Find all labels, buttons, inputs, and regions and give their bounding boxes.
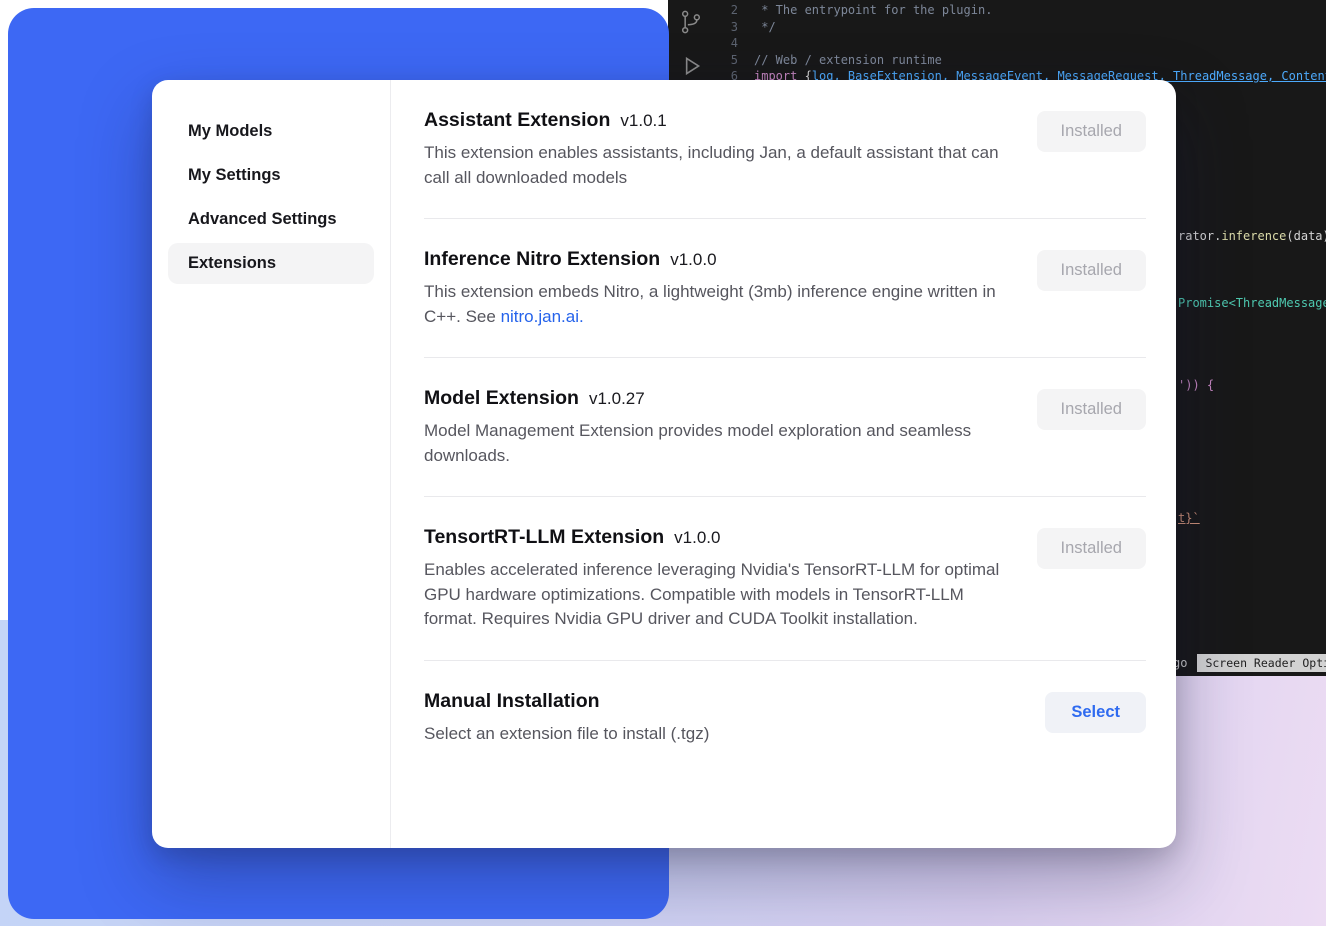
line-number: 3 — [714, 19, 738, 36]
extension-row-assistant: Assistant Extension v1.0.1 This extension… — [424, 80, 1146, 219]
line-number: 5 — [714, 52, 738, 69]
extension-row-tensorrt: TensortRT-LLM Extension v1.0.0 Enables ac… — [424, 497, 1146, 661]
extension-info: Model Extension v1.0.27 Model Management … — [424, 387, 1012, 468]
settings-modal: My Models My Settings Advanced Settings … — [152, 80, 1176, 848]
sidebar-item-my-settings[interactable]: My Settings — [168, 155, 374, 196]
extension-info: TensortRT-LLM Extension v1.0.0 Enables ac… — [424, 526, 1012, 632]
settings-sidebar: My Models My Settings Advanced Settings … — [152, 80, 391, 848]
sidebar-item-advanced-settings[interactable]: Advanced Settings — [168, 199, 374, 240]
code-fragment: Promise<ThreadMessage> — [1178, 296, 1326, 310]
line-number: 2 — [714, 2, 738, 19]
installed-button[interactable]: Installed — [1037, 250, 1146, 291]
sidebar-item-my-models[interactable]: My Models — [168, 111, 374, 152]
extension-title: Assistant Extension — [424, 109, 610, 131]
screen-reader-badge: Screen Reader Optimize — [1197, 654, 1326, 672]
extension-title: Inference Nitro Extension — [424, 248, 660, 270]
extension-description: This extension enables assistants, inclu… — [424, 141, 1012, 190]
installed-button[interactable]: Installed — [1037, 389, 1146, 430]
extension-row-model: Model Extension v1.0.27 Model Management … — [424, 358, 1146, 497]
extension-row-nitro: Inference Nitro Extension v1.0.0 This ext… — [424, 219, 1146, 358]
extension-version: v1.0.1 — [620, 111, 666, 130]
line-number: 4 — [714, 35, 738, 52]
extension-info: Inference Nitro Extension v1.0.0 This ext… — [424, 248, 1012, 329]
manual-installation-title: Manual Installation — [424, 690, 600, 712]
extension-info: Assistant Extension v1.0.1 This extension… — [424, 109, 1012, 190]
page: { "background": { "blue_color": "#3d68f4… — [0, 0, 1326, 926]
editor-status-bar: go Screen Reader Optimize — [1173, 654, 1326, 672]
installed-button[interactable]: Installed — [1037, 111, 1146, 152]
extension-version: v1.0.0 — [674, 528, 720, 547]
code-line: 5 // Web / extension runtime — [714, 52, 1326, 69]
code-text: // Web / extension runtime — [754, 52, 942, 69]
extension-version: v1.0.0 — [670, 250, 716, 269]
code-fragment: t}` — [1178, 511, 1200, 525]
extension-title: TensortRT-LLM Extension — [424, 526, 664, 548]
extension-info: Manual Installation Select an extension … — [424, 690, 709, 747]
manual-installation-description: Select an extension file to install (.tg… — [424, 722, 709, 747]
code-line: 2 * The entrypoint for the plugin. — [714, 2, 1326, 19]
source-control-icon — [677, 8, 705, 39]
sidebar-item-extensions[interactable]: Extensions — [168, 243, 374, 284]
extension-description: This extension embeds Nitro, a lightweig… — [424, 280, 1012, 329]
code-text: */ — [754, 19, 776, 36]
code-function: inference — [1221, 229, 1286, 243]
code-text: * The entrypoint for the plugin. — [754, 2, 992, 19]
extension-version: v1.0.27 — [589, 389, 645, 408]
code-line: 4 — [714, 35, 1326, 52]
extensions-list: Assistant Extension v1.0.1 This extension… — [391, 80, 1176, 848]
code-fragment: ')) { — [1178, 378, 1214, 392]
code-fragment: rator.inference(data)); — [1178, 229, 1326, 243]
code-text: (data)); — [1286, 229, 1326, 243]
run-debug-icon — [678, 53, 704, 82]
manual-installation-row: Manual Installation Select an extension … — [424, 661, 1146, 775]
nitro-link[interactable]: nitro.jan.ai. — [501, 307, 584, 326]
extension-description: Model Management Extension provides mode… — [424, 419, 1012, 468]
code-text: rator. — [1178, 229, 1221, 243]
editor-code-area: 2 * The entrypoint for the plugin. 3 */ … — [714, 2, 1326, 85]
extension-description: Enables accelerated inference leveraging… — [424, 558, 1012, 632]
installed-button[interactable]: Installed — [1037, 528, 1146, 569]
extension-title: Model Extension — [424, 387, 579, 409]
code-line: 3 */ — [714, 19, 1326, 36]
select-file-button[interactable]: Select — [1045, 692, 1146, 733]
